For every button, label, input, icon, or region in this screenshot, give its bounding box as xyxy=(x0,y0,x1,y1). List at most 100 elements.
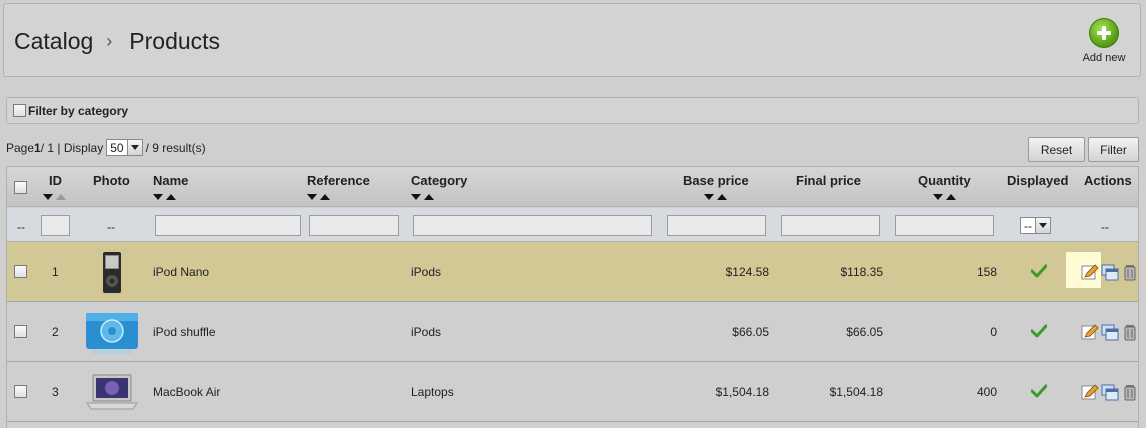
sort-asc-icon[interactable] xyxy=(56,194,66,200)
sort-id[interactable] xyxy=(43,194,66,200)
column-id[interactable]: ID xyxy=(49,173,62,188)
page-of: / 1 | Display xyxy=(40,140,104,155)
select-all-checkbox[interactable] xyxy=(14,181,27,194)
edit-icon[interactable] xyxy=(1081,324,1099,341)
check-icon[interactable] xyxy=(1031,264,1047,278)
row-base-price: $66.05 xyxy=(732,325,769,339)
row-checkbox[interactable] xyxy=(14,265,27,278)
table-row[interactable]: 2 iPod shuffle iPods $66.05 $66.05 0 xyxy=(7,302,1138,362)
filter-id-input[interactable] xyxy=(41,215,70,236)
sort-asc-icon[interactable] xyxy=(424,194,434,200)
check-icon[interactable] xyxy=(1031,324,1047,338)
row-quantity: 158 xyxy=(976,265,997,279)
sort-desc-icon[interactable] xyxy=(43,194,53,200)
reset-button[interactable]: Reset xyxy=(1028,137,1085,162)
row-name: iPod shuffle xyxy=(153,325,216,339)
row-actions xyxy=(1081,384,1139,401)
products-table: ID Photo Name Reference Category Base pr… xyxy=(6,166,1139,428)
product-photo xyxy=(86,313,138,354)
chevron-down-icon xyxy=(126,140,142,155)
sort-quantity[interactable] xyxy=(933,194,956,200)
filter-actions-dash: -- xyxy=(1101,220,1109,234)
filter-photo-dash: -- xyxy=(107,220,115,234)
sort-desc-icon[interactable] xyxy=(933,194,943,200)
filter-by-category-checkbox[interactable] xyxy=(13,104,26,117)
edit-icon[interactable] xyxy=(1081,264,1099,281)
column-final-price: Final price xyxy=(796,173,862,188)
sort-desc-icon[interactable] xyxy=(153,194,163,200)
page-title: Products xyxy=(129,28,221,54)
duplicate-icon[interactable] xyxy=(1101,384,1119,401)
duplicate-icon[interactable] xyxy=(1101,264,1119,281)
breadcrumb-catalog[interactable]: Catalog xyxy=(14,28,93,55)
sort-asc-icon[interactable] xyxy=(320,194,330,200)
filter-base-price-input[interactable] xyxy=(667,215,766,236)
column-displayed: Displayed xyxy=(1007,173,1069,188)
row-checkbox[interactable] xyxy=(14,325,27,338)
display-count-select[interactable]: 50 xyxy=(106,139,143,156)
row-base-price: $124.58 xyxy=(725,265,769,279)
column-category[interactable]: Category xyxy=(411,173,467,188)
table-row[interactable]: 3 MacBook Air Laptops $1,504.18 $1,504.1… xyxy=(7,362,1138,422)
filter-quantity-input[interactable] xyxy=(895,215,994,236)
row-quantity: 400 xyxy=(976,385,997,399)
row-id: 1 xyxy=(52,265,59,279)
filter-checkbox-dash: -- xyxy=(17,220,25,234)
check-icon[interactable] xyxy=(1031,384,1047,398)
delete-icon[interactable] xyxy=(1121,384,1139,401)
page-number: 1 xyxy=(34,140,41,155)
table-row[interactable]: 1 iPod Nano iPods $124.58 $118.35 158 xyxy=(7,242,1138,302)
page-prefix: Page xyxy=(6,140,35,155)
edit-icon[interactable] xyxy=(1081,384,1099,401)
filter-name-input[interactable] xyxy=(155,215,301,236)
row-checkbox[interactable] xyxy=(14,385,27,398)
row-base-price: $1,504.18 xyxy=(715,385,769,399)
table-header: ID Photo Name Reference Category Base pr… xyxy=(7,167,1138,207)
column-reference[interactable]: Reference xyxy=(307,173,370,188)
sort-base-price[interactable] xyxy=(704,194,727,200)
row-actions xyxy=(1081,324,1139,341)
add-new-button[interactable]: Add new xyxy=(1079,18,1129,64)
filter-by-category-panel: Filter by category xyxy=(6,97,1139,124)
result-count: / 9 result(s) xyxy=(145,140,206,155)
row-id: 3 xyxy=(52,385,59,399)
display-count-value: 50 xyxy=(110,140,124,155)
row-final-price: $118.35 xyxy=(840,265,884,279)
filter-reference-input[interactable] xyxy=(309,215,399,236)
column-photo: Photo xyxy=(93,173,130,188)
sort-desc-icon[interactable] xyxy=(411,194,421,200)
column-quantity[interactable]: Quantity xyxy=(918,173,971,188)
sort-asc-icon[interactable] xyxy=(166,194,176,200)
row-quantity: 0 xyxy=(990,325,997,339)
duplicate-icon[interactable] xyxy=(1101,324,1119,341)
breadcrumb-separator-icon: › xyxy=(106,31,113,51)
sort-asc-icon[interactable] xyxy=(946,194,956,200)
row-id: 2 xyxy=(52,325,59,339)
filter-final-price-input[interactable] xyxy=(781,215,880,236)
row-final-price: $66.05 xyxy=(846,325,883,339)
sort-desc-icon[interactable] xyxy=(704,194,714,200)
column-actions: Actions xyxy=(1084,173,1132,188)
row-name: iPod Nano xyxy=(153,265,210,279)
column-name[interactable]: Name xyxy=(153,173,188,188)
delete-icon[interactable] xyxy=(1121,264,1139,281)
filter-category-input[interactable] xyxy=(413,215,652,236)
filter-displayed-select[interactable]: -- xyxy=(1020,217,1051,234)
delete-icon[interactable] xyxy=(1121,324,1139,341)
row-category: iPods xyxy=(411,325,442,339)
row-name: MacBook Air xyxy=(153,385,221,399)
sort-category[interactable] xyxy=(411,194,434,200)
filter-button[interactable]: Filter xyxy=(1088,137,1139,162)
row-category: iPods xyxy=(411,265,442,279)
breadcrumb: Catalog › Products xyxy=(14,28,220,55)
product-photo xyxy=(86,374,138,410)
row-actions xyxy=(1066,252,1139,288)
plus-icon xyxy=(1089,18,1119,48)
column-base-price[interactable]: Base price xyxy=(683,173,749,188)
sort-reference[interactable] xyxy=(307,194,330,200)
sort-name[interactable] xyxy=(153,194,176,200)
sort-desc-icon[interactable] xyxy=(307,194,317,200)
product-photo xyxy=(103,252,121,293)
sort-asc-icon[interactable] xyxy=(717,194,727,200)
chevron-down-icon xyxy=(1035,218,1050,233)
